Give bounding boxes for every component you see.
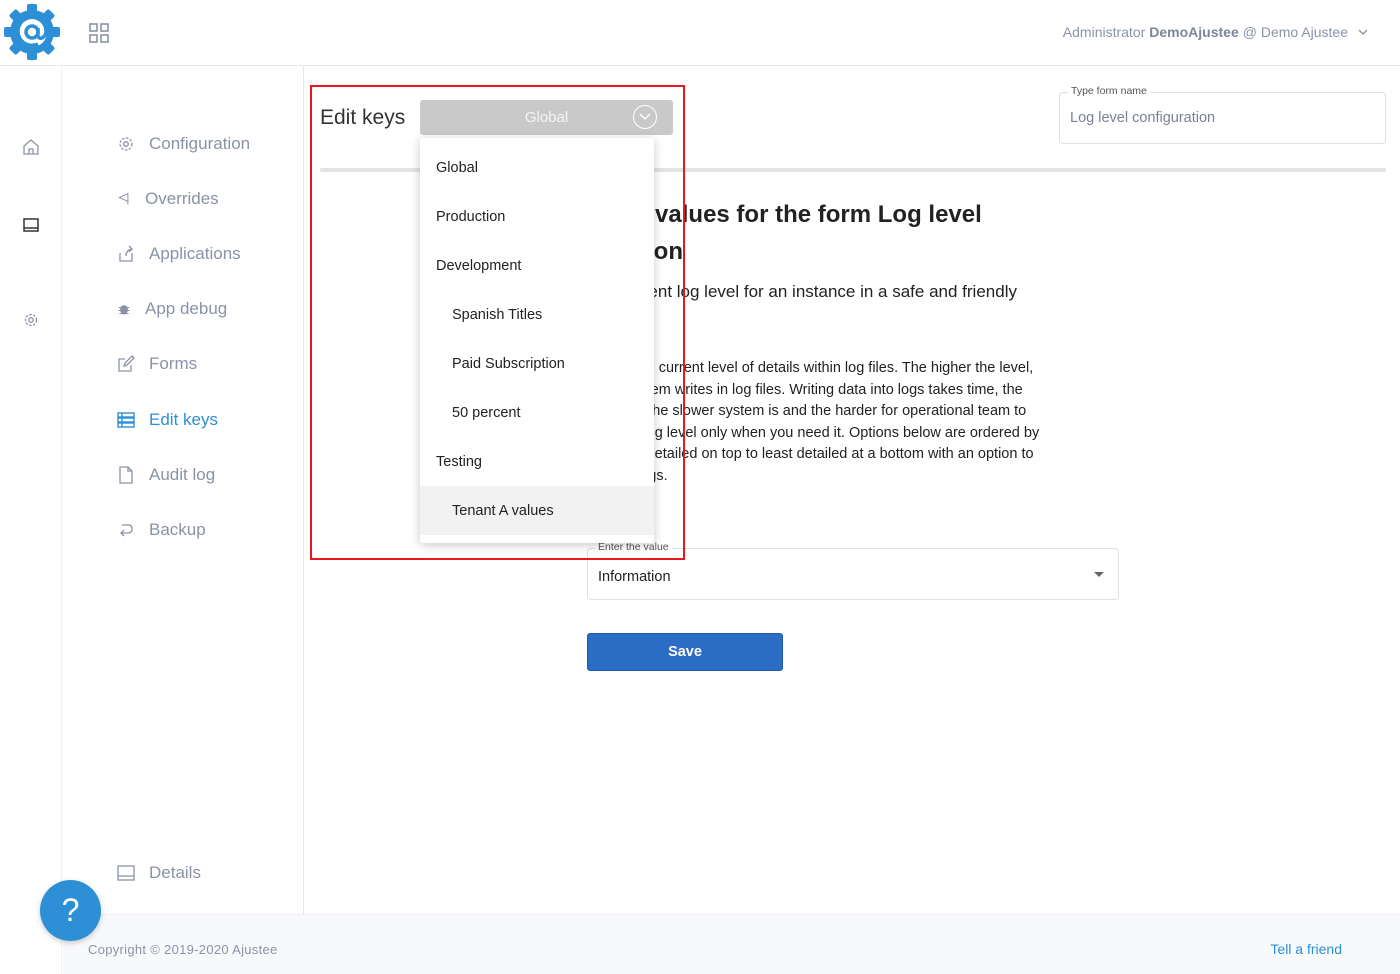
- environment-select-value: Global: [524, 109, 569, 126]
- sidebar-item-forms[interactable]: Forms: [117, 352, 197, 376]
- sidebar-item-app-debug[interactable]: App debug: [117, 297, 227, 321]
- sidebar-item-edit-keys[interactable]: Edit keys: [117, 408, 218, 432]
- form-heading: g key values for the form Log level gura…: [587, 201, 982, 265]
- dropdown-item-production[interactable]: Production: [420, 192, 654, 241]
- chevron-down-icon: [633, 105, 657, 129]
- sidebar-item-label: Forms: [149, 354, 198, 373]
- share-icon: [119, 245, 133, 262]
- overrides-icon: [118, 192, 129, 205]
- dropdown-item-50-percent[interactable]: 50 percent: [420, 388, 654, 437]
- copyright: Copyright © 2019-2020 Ajustee: [88, 942, 278, 957]
- sidebar-item-label: Audit log: [149, 465, 216, 484]
- sidebar-item-label: Details: [149, 863, 201, 882]
- footer: Copyright © 2019-2020 Ajustee Tell a fri…: [63, 914, 1400, 974]
- sidebar-item-label: Edit keys: [149, 410, 218, 429]
- sidebar-item-audit-log[interactable]: Audit log: [117, 463, 215, 487]
- field-title: l: [587, 507, 1117, 527]
- list-icon: [117, 412, 135, 428]
- environment-select[interactable]: Global: [420, 100, 673, 135]
- sidebar-item-backup[interactable]: Backup: [117, 518, 206, 542]
- caret-down-icon: [1094, 572, 1104, 577]
- user-name: DemoAjustee: [1149, 24, 1239, 40]
- user-menu[interactable]: Administrator DemoAjustee @ Demo Ajustee: [1063, 24, 1368, 40]
- help-button[interactable]: ?: [40, 880, 101, 941]
- grid-icon[interactable]: [88, 22, 110, 44]
- edit-icon: [118, 355, 135, 372]
- form-lead: edit current log level for an instance i…: [587, 282, 1017, 301]
- dropdown-item-global[interactable]: Global: [420, 143, 654, 192]
- icon-rail: [0, 66, 62, 974]
- sidebar-item-label: Applications: [149, 244, 241, 263]
- chevron-down-icon: [1358, 29, 1368, 35]
- sidebar-item-details[interactable]: Details: [117, 861, 201, 885]
- form-name-input[interactable]: [1070, 110, 1370, 126]
- value-select-value: Information: [598, 569, 671, 585]
- org-name: @ Demo Ajustee: [1242, 24, 1348, 40]
- dropdown-item-paid-subscription[interactable]: Paid Subscription: [420, 339, 654, 388]
- panel-icon: [117, 865, 135, 881]
- sidebar-item-configuration[interactable]: Configuration: [117, 132, 250, 156]
- form-description: g key values for the form Log level gura…: [587, 196, 1117, 527]
- gear-icon[interactable]: [22, 311, 40, 329]
- tell-a-friend-link[interactable]: Tell a friend: [1270, 941, 1342, 957]
- environment-dropdown-menu: Global Production Development Spanish Ti…: [420, 138, 654, 543]
- gear-at-logo-icon[interactable]: [2, 2, 62, 62]
- sidebar-item-label: Backup: [149, 520, 206, 539]
- file-icon: [119, 466, 133, 484]
- sidebar-item-label: App debug: [145, 299, 228, 318]
- page-title: Edit keys: [320, 106, 406, 129]
- dropdown-item-spanish-titles[interactable]: Spanish Titles: [420, 290, 654, 339]
- dropdown-item-development[interactable]: Development: [420, 241, 654, 290]
- form-name-field[interactable]: Type form name: [1059, 85, 1386, 144]
- save-button[interactable]: Save: [587, 633, 783, 671]
- dropdown-item-testing[interactable]: Testing: [420, 437, 654, 486]
- sidebar: Configuration Overrides Applications App…: [63, 66, 304, 914]
- user-role: Administrator: [1062, 24, 1146, 40]
- gear-icon: [119, 137, 133, 151]
- top-bar: Administrator DemoAjustee @ Demo Ajustee: [0, 0, 1400, 66]
- dropdown-item-tenant-a-values[interactable]: Tenant A values: [420, 486, 654, 535]
- bug-icon: [118, 305, 130, 315]
- form-name-label: Type form name: [1068, 85, 1150, 97]
- sidebar-item-label: Overrides: [145, 189, 219, 208]
- restore-icon: [120, 524, 133, 537]
- sidebar-item-label: Configuration: [149, 134, 251, 153]
- sidebar-item-applications[interactable]: Applications: [117, 242, 241, 266]
- home-icon[interactable]: [22, 138, 40, 156]
- form-details: ontrols the current level of details wit…: [587, 360, 1040, 484]
- sidebar-item-overrides[interactable]: Overrides: [117, 187, 219, 211]
- value-select[interactable]: Enter the value Information: [587, 541, 1119, 600]
- panel-icon[interactable]: [22, 216, 40, 234]
